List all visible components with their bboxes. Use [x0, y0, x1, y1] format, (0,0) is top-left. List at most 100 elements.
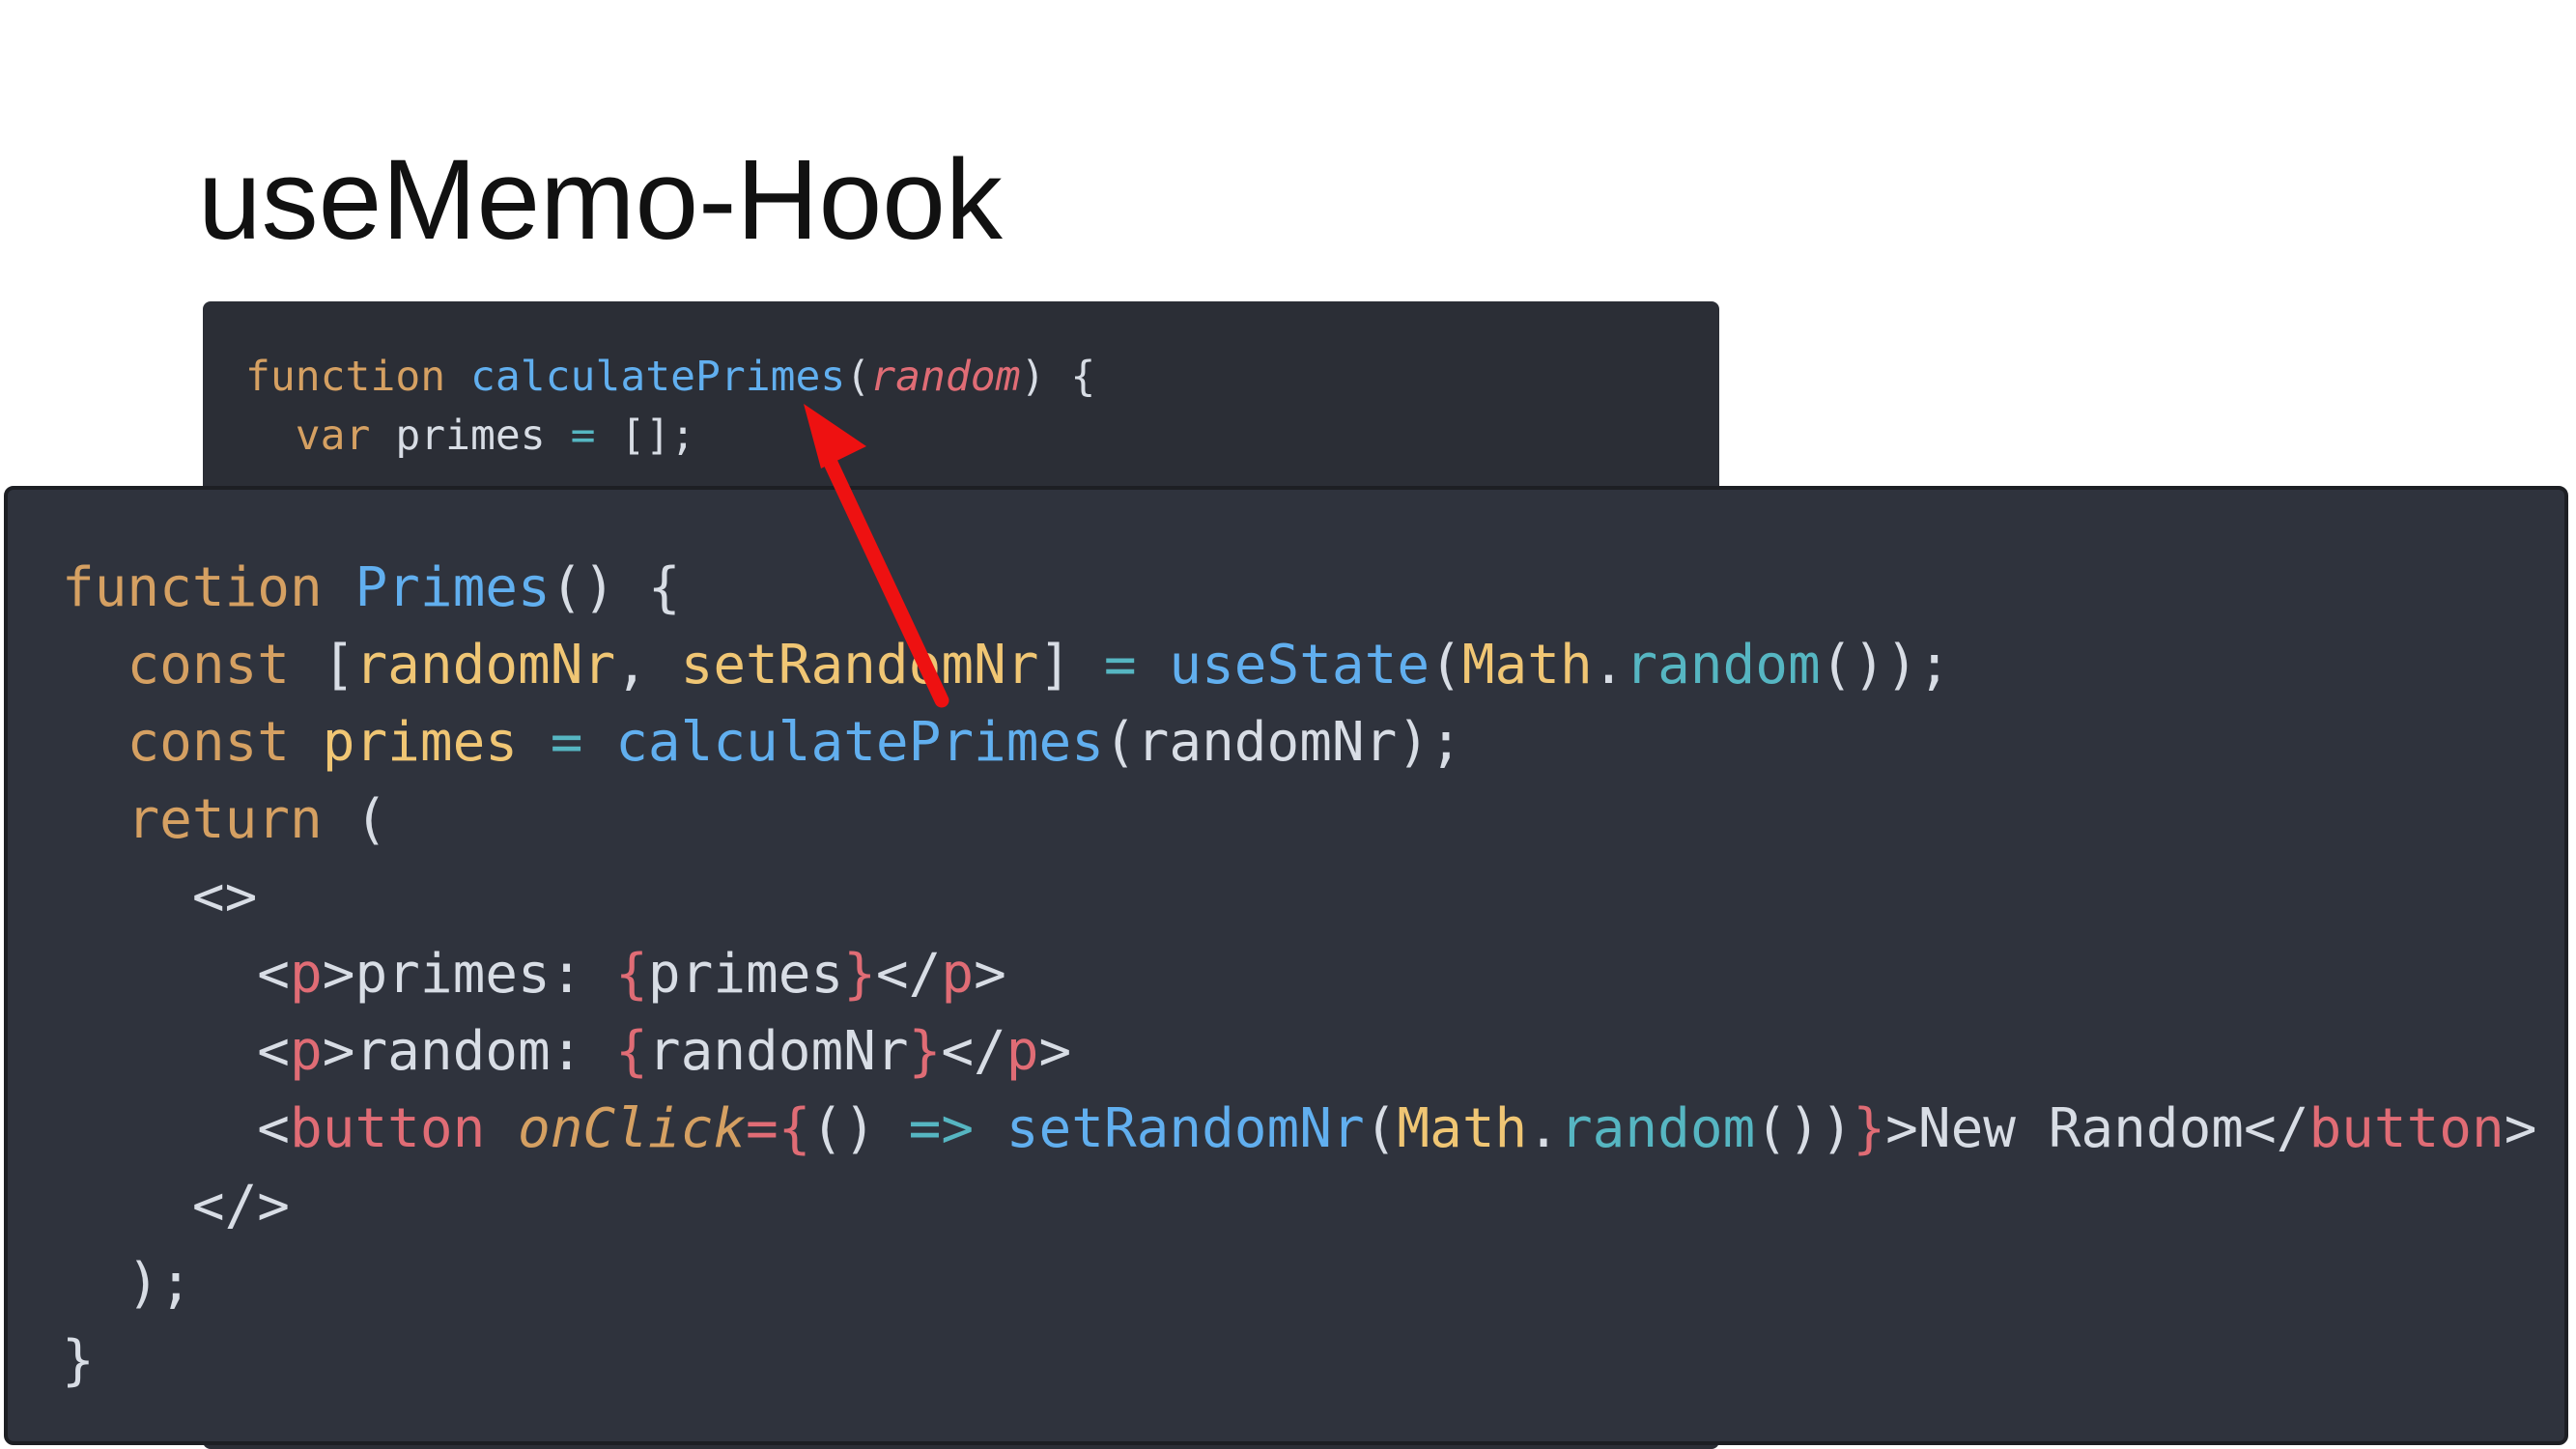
- code-token: >: [974, 943, 1006, 1006]
- code-token: const: [127, 634, 291, 696]
- code-token: <: [62, 943, 291, 1006]
- code-token: }: [908, 1020, 942, 1083]
- code-token: calculatePrimes: [470, 353, 846, 401]
- front-code-line: <p>primes: {primes}</p>: [62, 936, 2536, 1013]
- code-token: calculatePrimes: [615, 711, 1104, 774]
- code-token: setRandomNr: [1005, 1097, 1365, 1160]
- code-token: Math: [1397, 1097, 1528, 1160]
- code-token: function: [62, 556, 323, 619]
- code-token: );: [62, 1252, 192, 1315]
- code-token: const: [127, 711, 291, 774]
- code-token: primes: [370, 412, 571, 460]
- code-token: randomNr: [647, 1020, 909, 1083]
- code-token: >: [1038, 1020, 1072, 1083]
- code-token: </>: [62, 1175, 291, 1237]
- code-token: (: [1430, 634, 1462, 696]
- code-token: [];: [595, 412, 696, 460]
- code-token: (: [322, 788, 388, 851]
- code-token: .: [1527, 1097, 1560, 1160]
- code-token: >New Random</: [1885, 1097, 2309, 1160]
- code-token: <: [62, 1020, 291, 1083]
- code-token: {: [615, 943, 648, 1006]
- code-token: (): [810, 1097, 909, 1160]
- back-code-line: function calculatePrimes(random) {: [245, 348, 1095, 407]
- code-token: return: [127, 788, 323, 851]
- code-token: (randomNr);: [1103, 711, 1462, 774]
- front-code-line: const primes = calculatePrimes(randomNr)…: [62, 704, 2536, 781]
- code-token: function: [245, 353, 446, 401]
- front-code-line: const [randomNr, setRandomNr] = useState…: [62, 627, 2536, 704]
- code-token: >random:: [322, 1020, 616, 1083]
- code-token: }: [1853, 1097, 1886, 1160]
- code-token: primes: [322, 711, 519, 774]
- code-token: Math: [1461, 634, 1593, 696]
- code-lines-front: function Primes() { const [randomNr, set…: [62, 550, 2536, 1400]
- front-code-line: );: [62, 1245, 2536, 1322]
- code-token: }: [62, 1329, 95, 1392]
- front-code-line: function Primes() {: [62, 550, 2536, 627]
- code-token: primes: [647, 943, 844, 1006]
- code-token: (: [845, 353, 871, 401]
- code-token: </: [875, 943, 942, 1006]
- code-token: randomNr: [354, 634, 616, 696]
- code-token: }: [843, 943, 876, 1006]
- front-code-line: return (: [62, 781, 2536, 859]
- code-token: <>: [62, 866, 258, 928]
- code-token: ()): [1755, 1097, 1854, 1160]
- front-code-line: </>: [62, 1168, 2536, 1245]
- code-token: button: [2308, 1097, 2505, 1160]
- code-token: random: [1625, 634, 1821, 696]
- front-code-line: <button onClick={() => setRandomNr(Math.…: [62, 1091, 2536, 1168]
- code-token: ) {: [1020, 353, 1096, 401]
- code-token: ,: [615, 634, 681, 696]
- code-token: >primes:: [322, 943, 616, 1006]
- code-token: () {: [550, 556, 681, 619]
- code-token: {: [778, 1097, 811, 1160]
- code-token: (: [1364, 1097, 1398, 1160]
- code-token: p: [941, 943, 975, 1006]
- front-code-line: <p>random: {randomNr}</p>: [62, 1013, 2536, 1091]
- code-token: =: [550, 711, 583, 774]
- code-token: ]: [1038, 634, 1104, 696]
- code-token: p: [290, 1020, 323, 1083]
- code-token: var: [295, 412, 371, 460]
- code-token: [: [290, 634, 355, 696]
- back-code-line: var primes = [];: [245, 407, 1095, 466]
- code-token: =>: [908, 1097, 975, 1160]
- code-token: .: [1592, 634, 1626, 696]
- front-code-line: <>: [62, 859, 2536, 936]
- code-token: p: [290, 943, 323, 1006]
- code-snippet-primes-component: function Primes() { const [randomNr, set…: [4, 486, 2568, 1445]
- code-token: =: [570, 412, 596, 460]
- code-token: ());: [1820, 634, 1951, 696]
- code-token: </: [941, 1020, 1006, 1083]
- code-token: Primes: [354, 556, 551, 619]
- code-token: setRandomNr: [680, 634, 1039, 696]
- code-token: useState: [1169, 634, 1430, 696]
- code-lines-back: function calculatePrimes(random) { var p…: [245, 348, 1095, 466]
- slide-title: useMemo-Hook: [198, 136, 1003, 264]
- code-token: random: [870, 353, 1021, 401]
- code-token: onClick: [518, 1097, 747, 1160]
- code-token: button: [290, 1097, 486, 1160]
- code-token: random: [1559, 1097, 1756, 1160]
- code-token: =: [1103, 634, 1137, 696]
- code-token: >: [2504, 1097, 2537, 1160]
- front-code-line: }: [62, 1322, 2536, 1400]
- code-token: {: [615, 1020, 648, 1083]
- code-token: <: [62, 1097, 291, 1160]
- code-token: p: [1005, 1020, 1039, 1083]
- code-token: =: [746, 1097, 778, 1160]
